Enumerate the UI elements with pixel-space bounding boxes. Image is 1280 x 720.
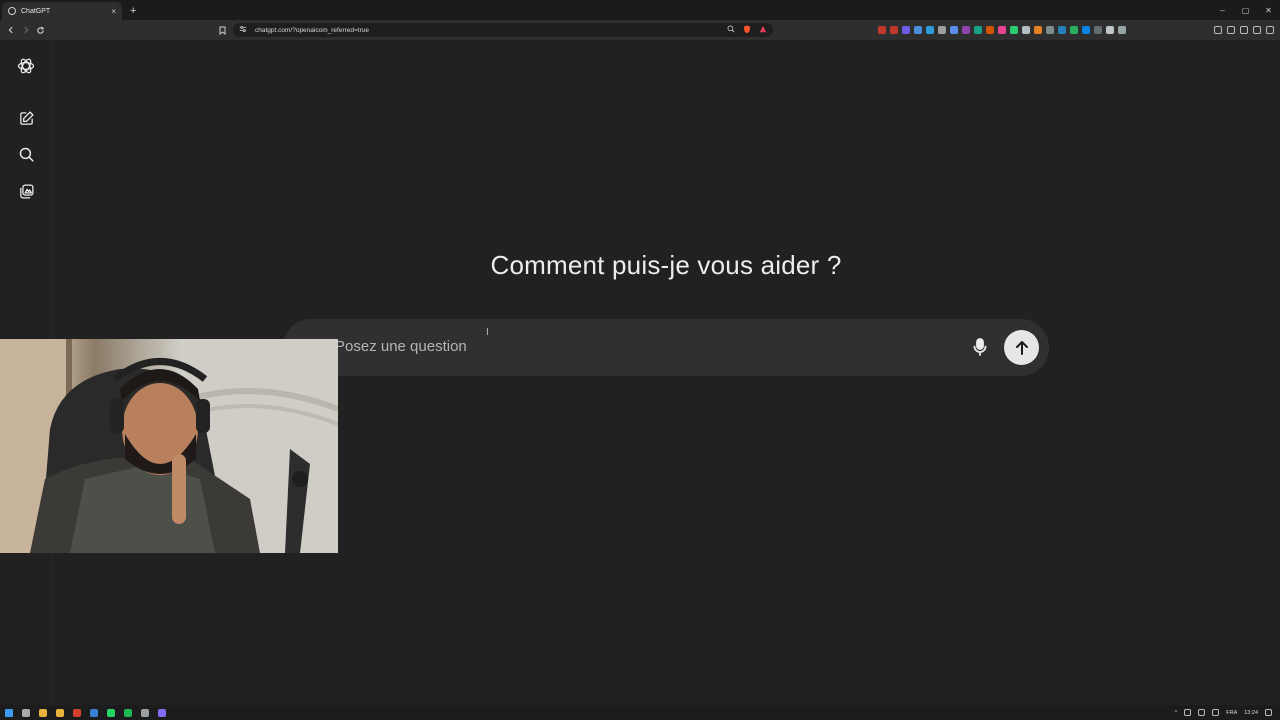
browser-extension-icon[interactable] [1118,26,1126,34]
tray-chevron-icon[interactable]: ^ [1175,710,1178,716]
browser-extension-icon[interactable] [1070,26,1078,34]
window-controls: – ▢ ✕ [1211,0,1280,20]
start-menu-icon[interactable] [5,708,13,717]
browser-tab-strip: ChatGPT × + [0,0,1280,20]
system-tray: ^ FRA 13:24 [1175,705,1272,720]
maximize-button[interactable]: ▢ [1234,0,1257,20]
sidebar-toggle-icon[interactable] [1227,26,1235,34]
browser-extension-icon[interactable] [1022,26,1030,34]
new-tab-button[interactable]: + [130,2,136,20]
taskbar-apps [5,708,166,717]
back-icon[interactable] [3,20,18,40]
browser-extension-icon[interactable] [1034,26,1042,34]
zoom-icon[interactable] [727,25,735,35]
browser-extension-icon[interactable] [1058,26,1066,34]
send-button[interactable] [1004,330,1039,365]
url-text: chatgpt.com/?openaicom_referred=true [255,26,369,34]
brave-rewards-icon[interactable] [759,25,767,35]
browser-extension-icon[interactable] [1082,26,1090,34]
browser-extension-icon[interactable] [986,26,994,34]
tab-chatgpt[interactable]: ChatGPT × [2,2,122,20]
browser-extension-icon[interactable] [1094,26,1102,34]
clock[interactable]: 13:24 [1244,710,1258,716]
new-chat-icon[interactable] [16,108,36,128]
webcam-person-image [0,339,338,553]
extensions-menu-icon[interactable] [1214,26,1222,34]
wallet-icon[interactable] [1240,26,1248,34]
address-bar[interactable]: chatgpt.com/?openaicom_referred=true [233,23,773,37]
browser-extension-icon[interactable] [1010,26,1018,34]
search-icon[interactable] [16,144,36,164]
volume-icon[interactable] [1212,709,1220,716]
browser-extension-icon[interactable] [914,26,922,34]
browser-extension-icon[interactable] [890,26,898,34]
library-icon[interactable] [16,181,36,201]
browser-menu-icons [1214,24,1274,36]
prompt-input-placeholder[interactable]: Posez une question [335,338,467,355]
vpn-icon[interactable] [1253,26,1261,34]
taskbar-app-icon[interactable] [141,708,149,717]
page-title: Comment puis-je vous aider ? [490,250,842,280]
browser-extension-icon[interactable] [926,26,934,34]
microphone-icon[interactable] [969,336,991,358]
notifications-icon[interactable] [1265,709,1272,716]
minimize-button[interactable]: – [1211,0,1234,20]
arrow-up-icon [1015,340,1028,355]
taskbar-app-icon[interactable] [90,708,98,717]
menu-icon[interactable] [1266,26,1274,34]
taskbar-app-icon[interactable] [158,708,166,717]
taskbar-app-icon[interactable] [73,708,81,717]
browser-extension-icon[interactable] [1046,26,1054,34]
browser-extension-icon[interactable] [902,26,910,34]
forward-icon[interactable] [18,20,33,40]
close-window-button[interactable]: ✕ [1257,0,1280,20]
brave-shield-icon[interactable] [743,25,751,36]
site-settings-icon[interactable] [239,25,247,35]
bookmark-icon[interactable] [217,23,227,37]
tab-title: ChatGPT [21,7,51,15]
tab-close-icon[interactable]: × [111,7,116,16]
browser-extension-icon[interactable] [878,26,886,34]
network-icon[interactable] [1198,709,1206,716]
browser-extension-icon[interactable] [938,26,946,34]
language-indicator[interactable]: FRA [1226,710,1237,716]
prompt-composer[interactable]: Posez une question [283,319,1049,376]
taskbar-app-icon[interactable] [124,708,132,717]
tray-app-icon[interactable] [1184,709,1192,716]
taskbar-app-icon[interactable] [39,708,47,717]
extensions-strip [878,24,1126,36]
text-cursor-icon: I [486,327,489,338]
taskbar-app-icon[interactable] [107,708,115,717]
os-taskbar: ^ FRA 13:24 [0,705,1280,720]
taskbar-search-icon[interactable] [22,708,30,717]
reload-icon[interactable] [33,20,48,40]
browser-extension-icon[interactable] [962,26,970,34]
chatgpt-favicon-icon [8,7,16,15]
webcam-overlay [0,339,338,553]
browser-extension-icon[interactable] [1106,26,1114,34]
taskbar-app-icon[interactable] [56,708,64,717]
browser-extension-icon[interactable] [974,26,982,34]
browser-extension-icon[interactable] [998,26,1006,34]
chatgpt-logo-icon[interactable] [16,56,36,76]
browser-extension-icon[interactable] [950,26,958,34]
